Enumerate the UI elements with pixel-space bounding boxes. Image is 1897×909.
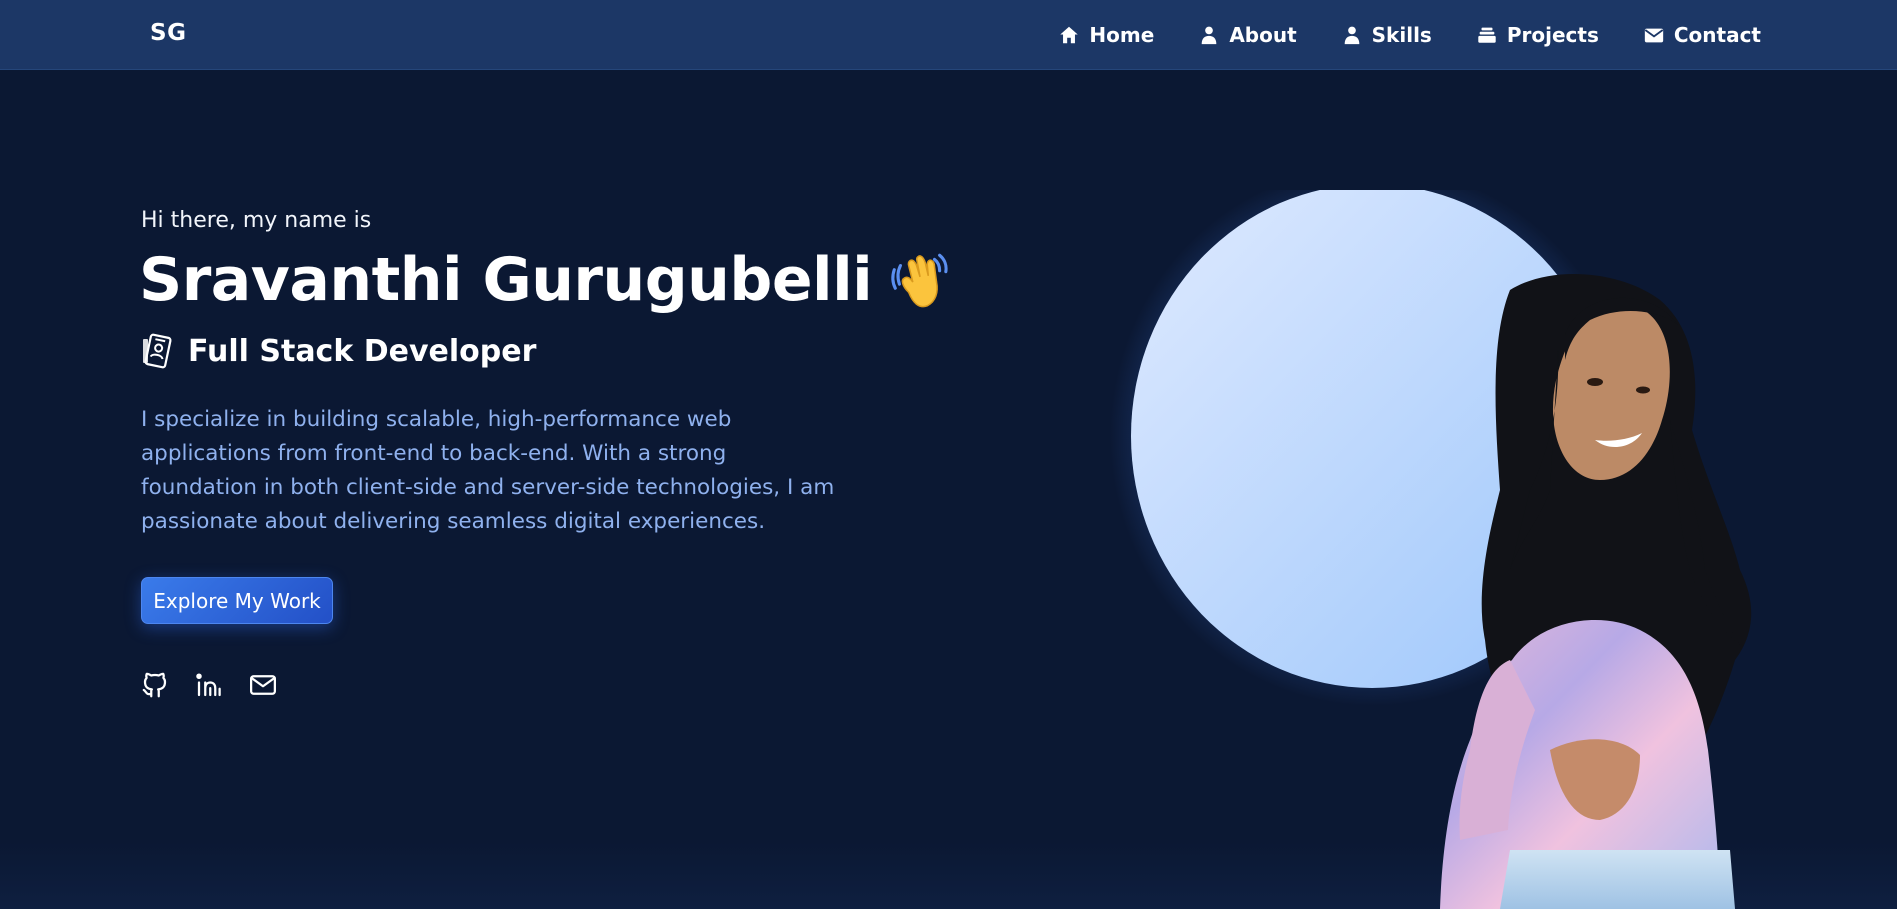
user-icon xyxy=(1341,24,1363,46)
hero-description: I specialize in building scalable, high-… xyxy=(141,407,835,534)
nav-item-label: About xyxy=(1229,23,1297,47)
explore-my-work-button[interactable]: Explore My Work xyxy=(141,577,333,624)
profile-portrait xyxy=(1080,190,1860,909)
layers-icon xyxy=(1476,24,1498,46)
nav-links: Home About Skills Projects Contact xyxy=(1058,0,1761,70)
nav-item-skills[interactable]: Skills xyxy=(1341,23,1432,47)
github-icon[interactable] xyxy=(140,670,170,700)
nav-item-home[interactable]: Home xyxy=(1058,23,1154,47)
id-card-icon xyxy=(140,333,176,369)
nav-item-label: Skills xyxy=(1371,23,1432,47)
brand-logo[interactable]: SG xyxy=(150,20,186,46)
home-icon xyxy=(1058,24,1080,46)
mail-icon[interactable] xyxy=(248,670,278,700)
nav-item-label: Projects xyxy=(1506,23,1599,47)
navbar: SG Home About Skills Projects Contact xyxy=(0,0,1897,70)
user-icon xyxy=(1198,24,1220,46)
nav-item-label: Home xyxy=(1089,23,1155,47)
greeting-text: Hi there, my name is xyxy=(141,208,372,233)
role-heading: Full Stack Developer xyxy=(140,333,536,369)
linkedin-icon[interactable] xyxy=(194,670,224,700)
role-title: Full Stack Developer xyxy=(188,333,537,369)
envelope-icon xyxy=(1643,24,1665,46)
nav-item-about[interactable]: About xyxy=(1198,23,1297,47)
nav-item-label: Contact xyxy=(1673,23,1761,47)
nav-item-projects[interactable]: Projects xyxy=(1476,23,1599,47)
name-heading: Sravanthi Gurugubelli xyxy=(139,245,952,315)
social-links xyxy=(140,670,278,700)
developer-name: Sravanthi Gurugubelli xyxy=(139,245,873,315)
nav-item-contact[interactable]: Contact xyxy=(1643,23,1761,47)
waving-hand-icon xyxy=(886,247,952,313)
